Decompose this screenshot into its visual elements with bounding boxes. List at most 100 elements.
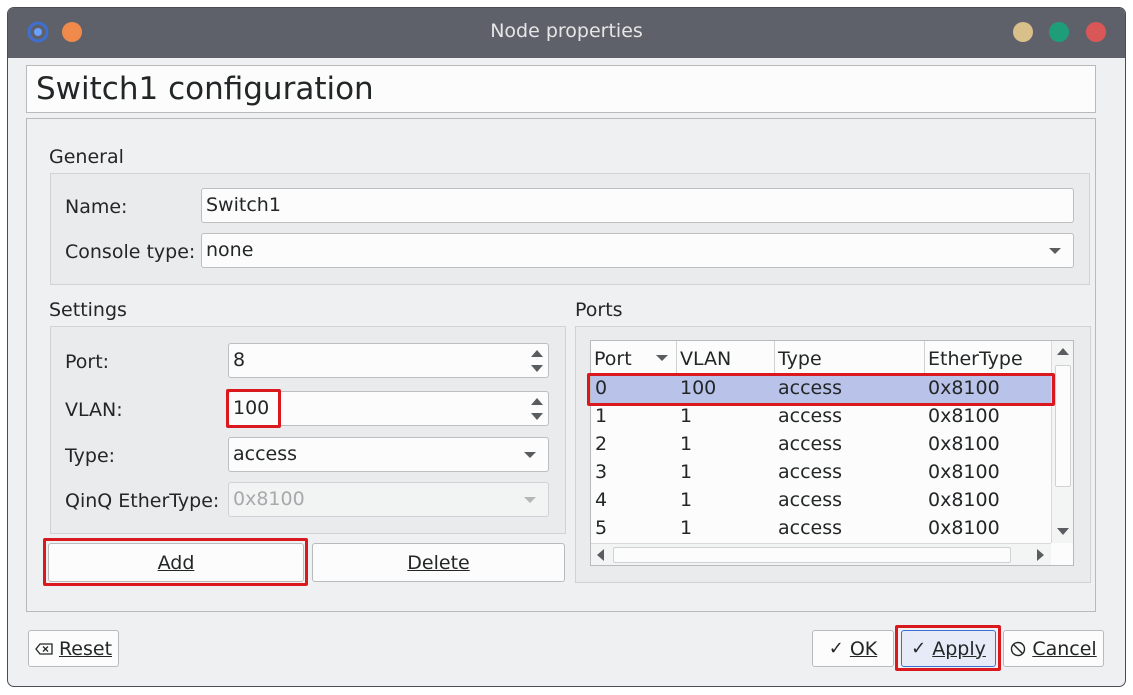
reset-button[interactable]: Reset: [28, 630, 119, 667]
cell-type: access: [778, 433, 843, 455]
add-button-label: Add: [157, 551, 195, 574]
cell-ethertype: 0x8100: [928, 433, 1000, 455]
qinq-ethertype-label: QinQ EtherType:: [65, 490, 220, 512]
table-row[interactable]: 1 1 access 0x8100: [591, 403, 1051, 431]
cell-port: 5: [595, 517, 608, 539]
vlan-spinbox-value: 100: [233, 397, 270, 419]
cancel-button-label: Cancel: [1032, 637, 1097, 660]
backspace-icon: [35, 642, 53, 655]
console-type-select[interactable]: none: [201, 233, 1074, 268]
cell-vlan: 1: [680, 461, 693, 483]
table-row[interactable]: 0 100 access 0x8100: [591, 375, 1051, 403]
table-row[interactable]: 3 1 access 0x8100: [591, 459, 1051, 487]
cell-type: access: [778, 489, 843, 511]
cell-port: 4: [595, 489, 608, 511]
apply-button[interactable]: ✓ Apply: [901, 630, 996, 667]
column-header-type[interactable]: Type: [775, 341, 925, 373]
cell-port: 3: [595, 461, 608, 483]
horizontal-scrollbar[interactable]: [591, 543, 1051, 565]
name-input-value: Switch1: [206, 194, 281, 216]
check-icon: ✓: [911, 638, 927, 659]
qinq-ethertype-value: 0x8100: [233, 488, 305, 510]
vlan-label: VLAN:: [65, 399, 123, 421]
cell-vlan: 1: [680, 489, 693, 511]
spin-down-icon[interactable]: [531, 365, 543, 372]
cell-type: access: [778, 461, 843, 483]
sort-descending-icon: [656, 355, 668, 361]
general-group-title: General: [49, 146, 124, 168]
maximize-button[interactable]: [1049, 22, 1069, 42]
settings-group-title: Settings: [49, 299, 127, 321]
type-select[interactable]: access: [228, 437, 549, 472]
scroll-down-icon[interactable]: [1057, 528, 1069, 535]
cell-ethertype: 0x8100: [928, 461, 1000, 483]
column-header-label: Type: [778, 348, 822, 370]
cell-type: access: [778, 377, 843, 399]
name-input[interactable]: Switch1: [201, 188, 1074, 223]
scroll-up-icon[interactable]: [1057, 348, 1069, 355]
table-row[interactable]: 2 1 access 0x8100: [591, 431, 1051, 459]
console-type-label: Console type:: [65, 241, 196, 263]
cell-vlan: 1: [680, 517, 693, 539]
ok-button-label: OK: [849, 637, 878, 660]
ports-table[interactable]: Port VLAN Type EtherType 0 100 access 0x…: [590, 340, 1074, 566]
cancel-button[interactable]: Cancel: [1003, 630, 1104, 667]
cell-vlan: 100: [680, 377, 717, 399]
horizontal-scroll-thumb[interactable]: [613, 547, 1011, 563]
minimize-button[interactable]: [1013, 22, 1033, 42]
vertical-scrollbar[interactable]: [1051, 341, 1073, 543]
column-header-ethertype[interactable]: EtherType: [925, 341, 1051, 373]
reset-button-label: Reset: [58, 637, 113, 660]
port-label: Port:: [65, 351, 110, 373]
cell-type: access: [778, 517, 843, 539]
chevron-down-icon: [524, 497, 536, 503]
column-header-vlan[interactable]: VLAN: [677, 341, 775, 373]
close-button[interactable]: [1086, 22, 1106, 42]
spin-down-icon[interactable]: [531, 413, 543, 420]
cell-ethertype: 0x8100: [928, 517, 1000, 539]
page-title-box: Switch1 configuration: [26, 65, 1096, 113]
port-spin-buttons[interactable]: [528, 346, 546, 376]
cell-vlan: 1: [680, 405, 693, 427]
add-button[interactable]: Add: [48, 543, 304, 582]
ports-group-title: Ports: [575, 299, 623, 321]
type-label: Type:: [65, 445, 116, 467]
vlan-spinbox[interactable]: 100: [228, 391, 549, 426]
vlan-spin-buttons[interactable]: [528, 394, 546, 424]
ok-button[interactable]: ✓ OK: [812, 630, 894, 667]
cell-type: access: [778, 405, 843, 427]
chevron-down-icon: [524, 452, 536, 458]
cell-ethertype: 0x8100: [928, 405, 1000, 427]
column-header-label: EtherType: [928, 348, 1023, 370]
cell-vlan: 1: [680, 433, 693, 455]
ports-table-header: Port VLAN Type EtherType: [591, 341, 1051, 373]
window-title: Node properties: [490, 20, 643, 42]
cell-port: 1: [595, 405, 608, 427]
chevron-down-icon: [1049, 248, 1061, 254]
title-bar[interactable]: Node properties: [8, 8, 1125, 58]
cell-port: 0: [595, 377, 608, 399]
vertical-scroll-thumb[interactable]: [1055, 365, 1071, 487]
spin-up-icon[interactable]: [531, 350, 543, 357]
page-title: Switch1 configuration: [36, 71, 374, 107]
column-header-label: Port: [594, 348, 632, 370]
scroll-left-icon[interactable]: [597, 549, 604, 561]
check-icon: ✓: [828, 638, 844, 659]
cancel-icon: [1011, 641, 1026, 656]
delete-button-label: Delete: [407, 551, 470, 574]
cell-port: 2: [595, 433, 608, 455]
delete-button[interactable]: Delete: [312, 543, 565, 582]
qinq-ethertype-select: 0x8100: [228, 482, 549, 517]
port-spinbox[interactable]: 8: [228, 343, 549, 378]
apply-button-label: Apply: [932, 637, 986, 660]
spin-up-icon[interactable]: [531, 398, 543, 405]
scroll-right-icon[interactable]: [1037, 549, 1044, 561]
column-header-port[interactable]: Port: [591, 341, 677, 373]
port-spinbox-value: 8: [233, 349, 246, 371]
cell-ethertype: 0x8100: [928, 377, 1000, 399]
console-type-value: none: [206, 239, 254, 261]
table-row[interactable]: 5 1 access 0x8100: [591, 515, 1051, 543]
table-row[interactable]: 4 1 access 0x8100: [591, 487, 1051, 515]
type-select-value: access: [233, 443, 298, 465]
name-label: Name:: [65, 196, 128, 218]
